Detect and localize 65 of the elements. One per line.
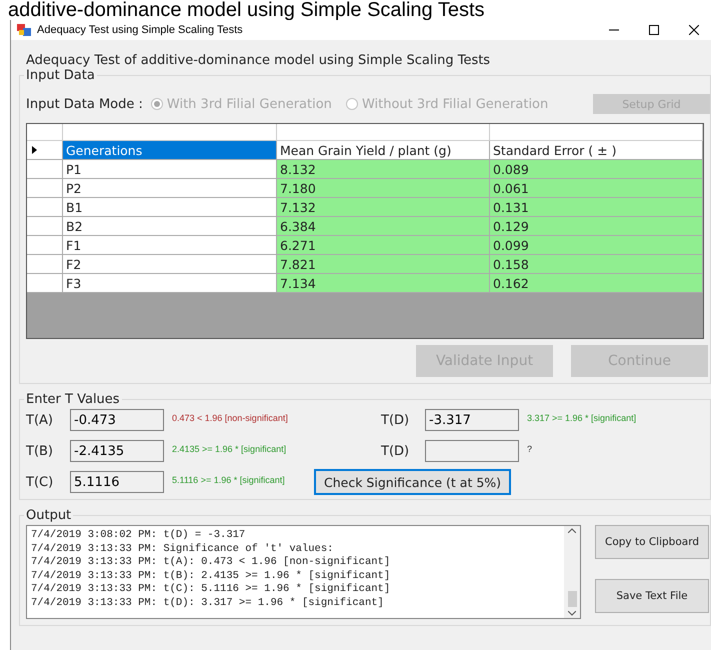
output-button[interactable]: Copy to Clipboard bbox=[595, 525, 709, 559]
table-cell[interactable]: P1 bbox=[63, 160, 277, 179]
significance-result: 0.473 < 1.96 [non-significant] bbox=[172, 413, 288, 423]
table-cell[interactable]: 7.132 bbox=[277, 198, 490, 217]
check-significance-button[interactable]: Check Significance (t at 5%) bbox=[314, 469, 512, 495]
mode-label: Input Data Mode : bbox=[26, 96, 143, 112]
table-cell[interactable]: F2 bbox=[63, 255, 277, 274]
significance-result: 5.1116 >= 1.96 * [significant] bbox=[172, 475, 285, 485]
log-line: 7/4/2019 3:13:33 PM: t(D): 3.317 >= 1.96 * [significant] bbox=[31, 596, 385, 611]
t-value-field[interactable]: -0.473 bbox=[70, 409, 164, 431]
t-label: T(D) bbox=[381, 444, 410, 458]
close-icon[interactable] bbox=[689, 25, 699, 35]
t-value-field[interactable] bbox=[425, 440, 519, 462]
output-button[interactable]: Save Text File bbox=[595, 579, 709, 613]
app-icon bbox=[17, 24, 31, 36]
form-heading: Adequacy Test of additive-dominance model using Simple Scaling Tests bbox=[26, 53, 492, 68]
significance-result: 2.4135 >= 1.96 * [significant] bbox=[172, 444, 286, 454]
table-cell[interactable]: 0.162 bbox=[490, 274, 703, 293]
table-cell[interactable]: B2 bbox=[63, 217, 277, 236]
row-header[interactable] bbox=[27, 141, 63, 160]
table-cell[interactable]: 6.271 bbox=[277, 236, 490, 255]
t-value-field[interactable]: -2.4135 bbox=[70, 440, 164, 462]
table-cell[interactable]: Mean Grain Yield / plant (g) bbox=[277, 141, 490, 160]
output-log[interactable] bbox=[26, 525, 581, 619]
maximize-icon[interactable] bbox=[649, 25, 659, 35]
t-label: T(D) bbox=[381, 412, 410, 428]
log-line: 7/4/2019 3:08:02 PM: t(D) = -3.317 bbox=[31, 529, 246, 543]
caption-text: additive-dominance model using Simple Scaling Tests bbox=[8, 0, 486, 20]
log-line: 7/4/2019 3:13:33 PM: t(B): 2.4135 >= 1.96 * [significant] bbox=[31, 570, 392, 583]
significance-result: 3.317 >= 1.96 * [significant] bbox=[527, 413, 636, 423]
table-cell[interactable]: 0.061 bbox=[490, 179, 703, 198]
log-line: 7/4/2019 3:13:33 PM: Significance of 't' values: bbox=[31, 542, 334, 556]
table-cell[interactable]: F1 bbox=[63, 236, 277, 255]
table-cell[interactable]: 7.180 bbox=[277, 179, 490, 198]
group-label: Output bbox=[25, 508, 72, 523]
table-cell[interactable]: 8.132 bbox=[277, 160, 490, 179]
table-cell[interactable]: 0.099 bbox=[490, 236, 703, 255]
table-cell[interactable]: 0.089 bbox=[490, 160, 703, 179]
table-cell[interactable]: 6.384 bbox=[277, 217, 490, 236]
t-label: T(C) bbox=[26, 474, 54, 490]
t-label: T(B) bbox=[26, 444, 54, 458]
table-cell[interactable]: F3 bbox=[63, 274, 277, 293]
table-cell[interactable]: 7.821 bbox=[277, 255, 490, 274]
group-label: Input Data bbox=[25, 68, 96, 83]
table-cell[interactable]: B1 bbox=[63, 198, 277, 217]
table-cell[interactable]: 0.131 bbox=[490, 198, 703, 217]
scrollbar[interactable] bbox=[564, 526, 580, 618]
log-line: 7/4/2019 3:13:33 PM: t(C): 5.1116 >= 1.96 * [significant] bbox=[31, 583, 392, 597]
scroll-down-icon[interactable] bbox=[568, 611, 576, 616]
group-label: Enter T Values bbox=[25, 392, 121, 407]
significance-result: ? bbox=[527, 444, 532, 454]
table-cell[interactable]: 0.158 bbox=[490, 255, 703, 274]
t-value-field[interactable]: 5.1116 bbox=[70, 471, 164, 493]
scrollbar-thumb[interactable] bbox=[568, 591, 576, 607]
table-cell[interactable]: Generations bbox=[63, 141, 277, 160]
current-row-icon bbox=[32, 146, 37, 154]
table-cell[interactable]: P2 bbox=[63, 179, 277, 198]
t-value-field[interactable]: -3.317 bbox=[425, 409, 519, 431]
scroll-up-icon[interactable] bbox=[568, 528, 576, 533]
window-title: Adequacy Test using Simple Scaling Tests bbox=[37, 24, 244, 36]
log-line: 7/4/2019 3:13:33 PM: t(A): 0.473 < 1.96 [non-significant] bbox=[31, 556, 392, 570]
table-cell[interactable]: 7.134 bbox=[277, 274, 490, 293]
t-label: T(A) bbox=[26, 412, 54, 428]
table-cell[interactable]: Standard Error ( ± ) bbox=[490, 141, 703, 160]
table-cell[interactable]: 0.129 bbox=[490, 217, 703, 236]
